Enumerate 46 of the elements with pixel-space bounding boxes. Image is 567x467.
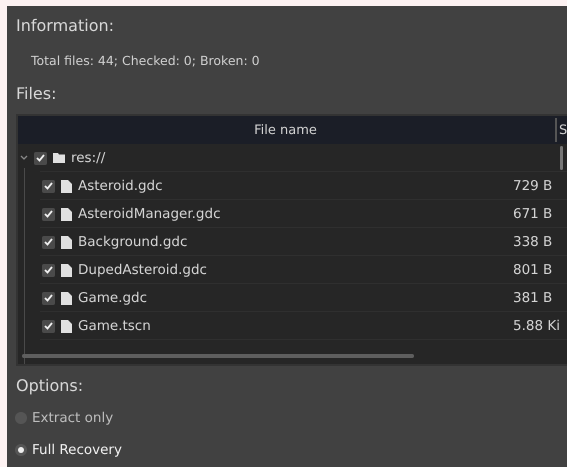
radio-icon[interactable] [15, 444, 27, 456]
checkbox[interactable] [42, 180, 55, 192]
file-name[interactable]: Asteroid.gdc [78, 178, 163, 194]
section-title: Information: [16, 16, 116, 36]
checkmark-icon [44, 238, 53, 246]
section-title: Files: [16, 84, 58, 104]
checkmark-icon [44, 322, 53, 330]
file-icon [61, 264, 72, 276]
column-header[interactable]: S [559, 122, 567, 138]
file-name[interactable]: Game.gdc [78, 290, 148, 306]
section-title: Options: [16, 376, 84, 396]
file-icon [61, 236, 72, 248]
chevron-icon[interactable] [20, 155, 28, 161]
file-icon [61, 292, 72, 304]
file-icon [61, 208, 72, 220]
checkbox[interactable] [42, 320, 55, 332]
radio-option[interactable]: Extract only [15, 402, 567, 434]
checkmark-icon [44, 182, 53, 190]
checkmark-icon [36, 154, 45, 162]
checkbox[interactable] [34, 152, 47, 164]
column-header[interactable]: File name [18, 122, 553, 138]
file-size: 5.88 Ki [513, 318, 561, 334]
file-size: 381 B [513, 290, 554, 306]
file-size: 338 B [513, 234, 554, 250]
file-name[interactable]: res:// [71, 150, 106, 166]
checkmark-icon [44, 210, 53, 218]
file-size: 671 B [513, 206, 554, 222]
checkbox[interactable] [42, 264, 55, 276]
checkbox[interactable] [42, 292, 55, 304]
checkbox[interactable] [42, 208, 55, 220]
file-size: 801 B [513, 262, 554, 278]
checkbox[interactable] [42, 236, 55, 248]
summary-text: Total files: 44; Checked: 0; Broken: 0 [31, 53, 261, 68]
radio-option[interactable]: Full Recovery [15, 434, 567, 466]
file-name[interactable]: DupedAsteroid.gdc [78, 262, 207, 278]
file-name[interactable]: AsteroidManager.gdc [78, 206, 220, 222]
file-icon [61, 320, 72, 332]
file-icon [61, 180, 72, 192]
file-name[interactable]: Background.gdc [78, 234, 188, 250]
checkmark-icon [44, 266, 53, 274]
folder-icon [53, 153, 65, 163]
checkmark-icon [44, 294, 53, 302]
file-name[interactable]: Game.tscn [78, 318, 151, 334]
file-size: 729 B [513, 178, 554, 194]
scrollbar[interactable] [22, 354, 414, 358]
scrollbar[interactable] [560, 146, 563, 170]
